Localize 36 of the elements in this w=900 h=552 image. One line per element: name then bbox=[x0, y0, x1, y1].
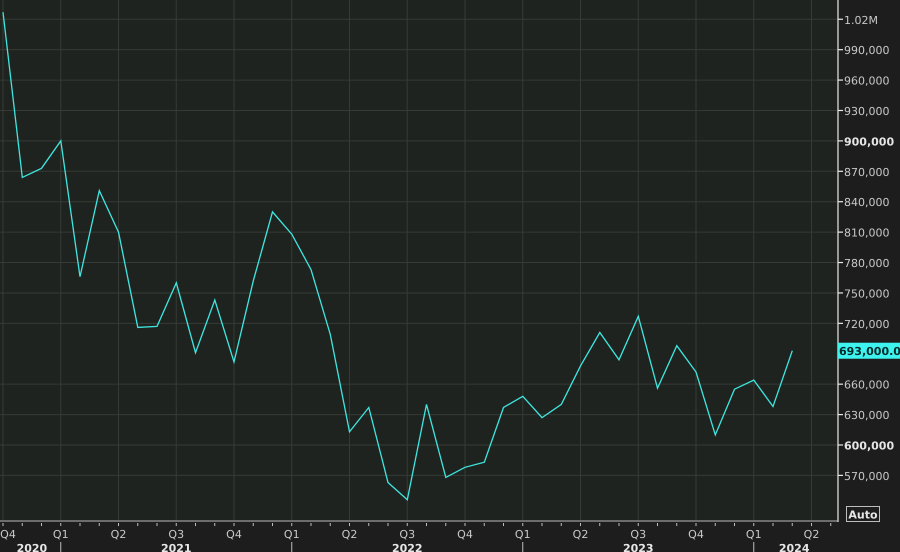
y-tick-label: 600,000 bbox=[844, 440, 894, 452]
y-tick-label: 990,000 bbox=[844, 44, 890, 58]
y-tick-label: 630,000 bbox=[844, 409, 890, 422]
x-tick-label: Q4 bbox=[226, 528, 242, 541]
y-tick-label: 570,000 bbox=[844, 470, 890, 483]
x-tick-label: Q2 bbox=[110, 528, 126, 541]
x-tick-label: Q1 bbox=[514, 528, 531, 541]
x-tick-label: Q1 bbox=[284, 528, 300, 541]
y-tick-label: 960,000 bbox=[844, 74, 890, 88]
y-tick-label: 780,000 bbox=[844, 257, 890, 270]
x-tick-label: Q4 bbox=[457, 528, 473, 541]
x-tick-label: Q2 bbox=[572, 528, 588, 541]
year-label: 2024 bbox=[778, 542, 810, 552]
y-tick-label: 1.02M bbox=[844, 14, 878, 27]
y-tick-label: 720,000 bbox=[844, 318, 890, 331]
y-tick-label: 870,000 bbox=[844, 166, 890, 179]
y-tick-label: 840,000 bbox=[844, 196, 890, 210]
year-label: 2022 bbox=[392, 542, 423, 552]
y-tick-label: 900,000 bbox=[844, 135, 894, 148]
y-tick-label: 660,000 bbox=[844, 378, 890, 392]
y-tick-label: 930,000 bbox=[844, 104, 890, 118]
x-tick-label: Q1 bbox=[52, 528, 69, 541]
x-tick-label: Q1 bbox=[746, 528, 762, 541]
year-label: 2020 bbox=[16, 542, 48, 552]
auto-button[interactable]: Auto bbox=[846, 506, 880, 522]
x-tick-label: Q2 bbox=[804, 528, 820, 541]
year-label: 2021 bbox=[160, 542, 192, 552]
y-tick-label: 810,000 bbox=[844, 226, 890, 240]
year-label: 2023 bbox=[622, 542, 654, 552]
x-tick-label: Q3 bbox=[399, 528, 416, 541]
y-tick-label: 750,000 bbox=[844, 287, 890, 300]
x-tick-label: Q4 bbox=[0, 528, 16, 541]
x-tick-label: Q3 bbox=[630, 528, 646, 541]
x-tick-label: Q3 bbox=[168, 528, 184, 541]
x-tick-label: Q2 bbox=[342, 528, 358, 541]
x-tick-label: Q4 bbox=[688, 528, 704, 541]
